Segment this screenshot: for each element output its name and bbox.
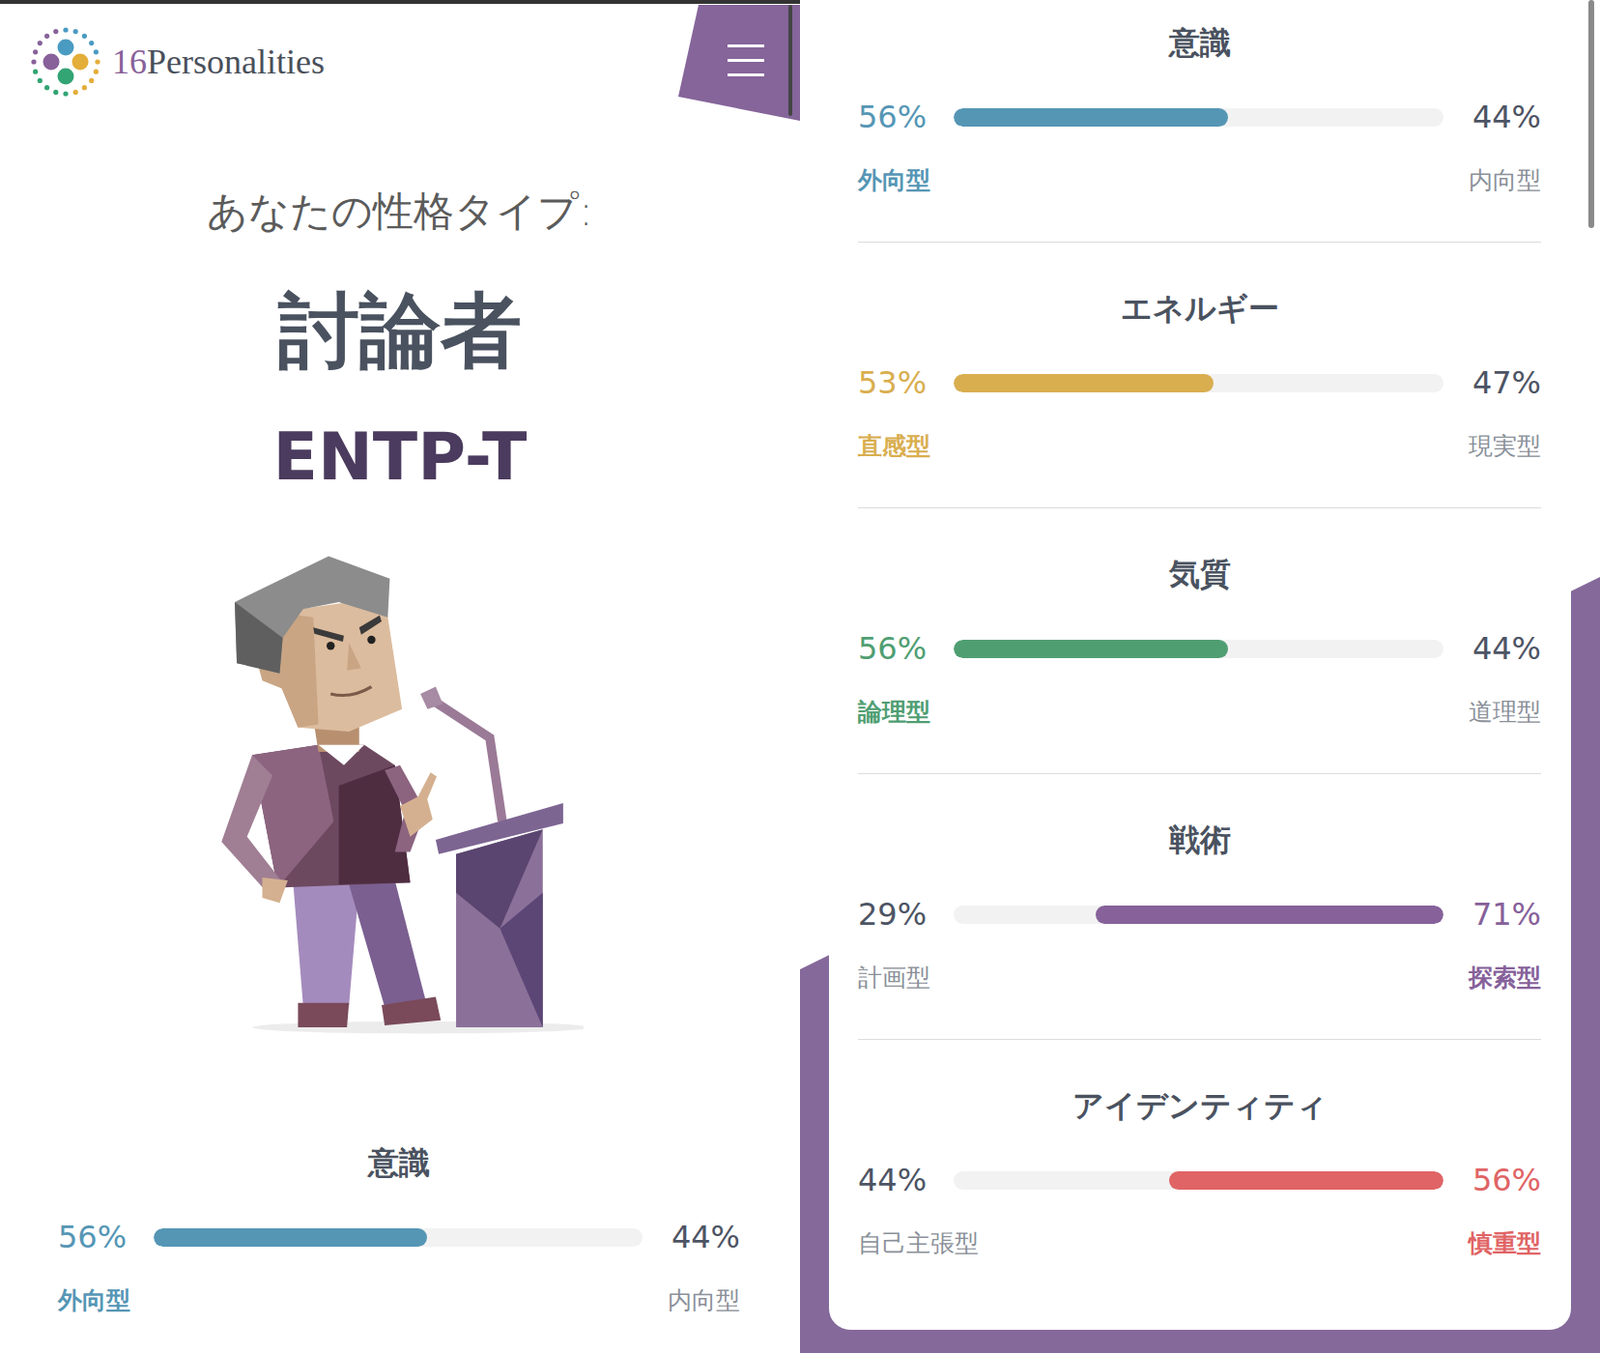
left-percent: 56% xyxy=(857,628,954,668)
traits-card: 意識 56% 44% 外向型 内向型エネルギー 53% 47% 直感型 現実型気質 56% 44% 論… xyxy=(828,0,1572,1330)
left-percent: 53% xyxy=(857,363,954,402)
result-panel: 16Personalities あなたの性格タイプ: 討論者 ENTP-T 意識 56% 4… xyxy=(0,0,800,1353)
trait-title: 意識 xyxy=(57,1142,741,1184)
trait: 気質 56% 44% 論理型 道理型 xyxy=(857,508,1542,774)
right-percent: 47% xyxy=(1443,363,1542,402)
trait: 意識 56% 44% 外向型 内向型 xyxy=(57,1142,741,1316)
right-percent: 44% xyxy=(1443,628,1542,668)
trait-bar-row: 29% 71% xyxy=(857,894,1542,934)
right-percent: 44% xyxy=(642,1217,741,1257)
left-label: 自己主張型 xyxy=(857,1228,979,1259)
trait-bar-fill xyxy=(153,1228,428,1247)
trait-labels: 外向型 内向型 xyxy=(57,1285,741,1316)
trait-bar xyxy=(953,373,1444,393)
logo[interactable]: 16Personalities xyxy=(28,25,325,99)
result-caption: あなたの性格タイプ: xyxy=(206,187,593,236)
trait-title: エネルギー xyxy=(857,287,1542,330)
trait-bar xyxy=(953,1171,1444,1190)
result-hero: あなたの性格タイプ: 討論者 ENTP-T xyxy=(0,120,800,1036)
trait-bar-row: 53% 47% xyxy=(857,363,1542,402)
trait-bar xyxy=(953,639,1444,658)
trait: 戦術 29% 71% 計画型 探索型 xyxy=(857,773,1542,1040)
right-percent: 44% xyxy=(1443,97,1542,137)
left-label: 外向型 xyxy=(857,165,931,197)
trait: アイデンティティ 44% 56% 自己主張型 慎重型 xyxy=(857,1039,1542,1330)
left-label: 論理型 xyxy=(857,696,931,728)
trait-bar-row: 56% 44% xyxy=(857,97,1542,137)
scrollbar[interactable] xyxy=(1588,0,1595,229)
trait-title: 意識 xyxy=(857,22,1542,64)
right-label: 内向型 xyxy=(1468,165,1542,197)
trait-bar xyxy=(953,905,1444,924)
left-percent: 44% xyxy=(857,1160,954,1200)
trait-bar-row: 56% 44% xyxy=(57,1217,741,1257)
menu-icon[interactable] xyxy=(678,3,800,121)
trait-bar xyxy=(953,108,1444,127)
right-percent: 71% xyxy=(1443,894,1542,934)
trait-bar-row: 56% 44% xyxy=(857,628,1542,668)
trait-title: アイデンティティ xyxy=(857,1085,1542,1127)
podium xyxy=(420,686,564,1029)
page: 16Personalitiesあなたの性格タイプ:討論者ENTP-T意識56%4… xyxy=(0,0,1600,1353)
left-label: 計画型 xyxy=(857,962,931,994)
type-name: 討論者 xyxy=(278,282,522,380)
trait-bar-row: 44% 56% xyxy=(857,1160,1542,1200)
trait-bar-fill xyxy=(1169,1171,1444,1190)
logo-icon[interactable] xyxy=(28,25,103,99)
trait-title: 戦術 xyxy=(857,819,1542,861)
left-percent: 56% xyxy=(857,97,954,137)
trait-preview: 意識 56% 44% 外向型 内向型 xyxy=(0,1142,800,1316)
trait-title: 気質 xyxy=(857,553,1542,596)
left-label: 直感型 xyxy=(857,430,931,462)
trait-labels: 計画型 探索型 xyxy=(857,962,1542,994)
trait-bar-fill xyxy=(953,639,1229,658)
left-percent: 29% xyxy=(857,894,954,934)
trait-labels: 外向型 内向型 xyxy=(857,165,1542,197)
traits-panel: 意識 56% 44% 外向型 内向型エネルギー 53% 47% 直感型 現実型気質 56% 44% 論… xyxy=(800,0,1600,1353)
trait: 意識 56% 44% 外向型 内向型 xyxy=(857,0,1542,243)
logo-text[interactable]: 16Personalities xyxy=(112,40,325,84)
right-percent: 56% xyxy=(1443,1160,1542,1200)
trait-labels: 直感型 現実型 xyxy=(857,430,1542,462)
trait-bar-fill xyxy=(953,373,1214,393)
trait-bar xyxy=(153,1228,643,1247)
left-percent: 56% xyxy=(57,1217,154,1257)
header: 16Personalities xyxy=(0,3,800,121)
trait-labels: 論理型 道理型 xyxy=(857,696,1542,728)
right-label: 探索型 xyxy=(1468,962,1542,994)
top-edge xyxy=(0,0,800,4)
debater-figure xyxy=(221,555,441,1028)
trait: エネルギー 53% 47% 直感型 現実型 xyxy=(857,242,1542,509)
right-label: 道理型 xyxy=(1468,696,1542,728)
right-label: 慎重型 xyxy=(1468,1228,1542,1259)
debater-illustration xyxy=(216,555,584,1036)
trait-labels: 自己主張型 慎重型 xyxy=(857,1228,1542,1259)
right-label: 現実型 xyxy=(1468,430,1542,462)
trait-bar-fill xyxy=(953,108,1229,127)
type-code: ENTP-T xyxy=(272,417,527,497)
right-label: 内向型 xyxy=(667,1285,741,1316)
trait-bar-fill xyxy=(1095,905,1444,924)
left-label: 外向型 xyxy=(57,1285,131,1316)
